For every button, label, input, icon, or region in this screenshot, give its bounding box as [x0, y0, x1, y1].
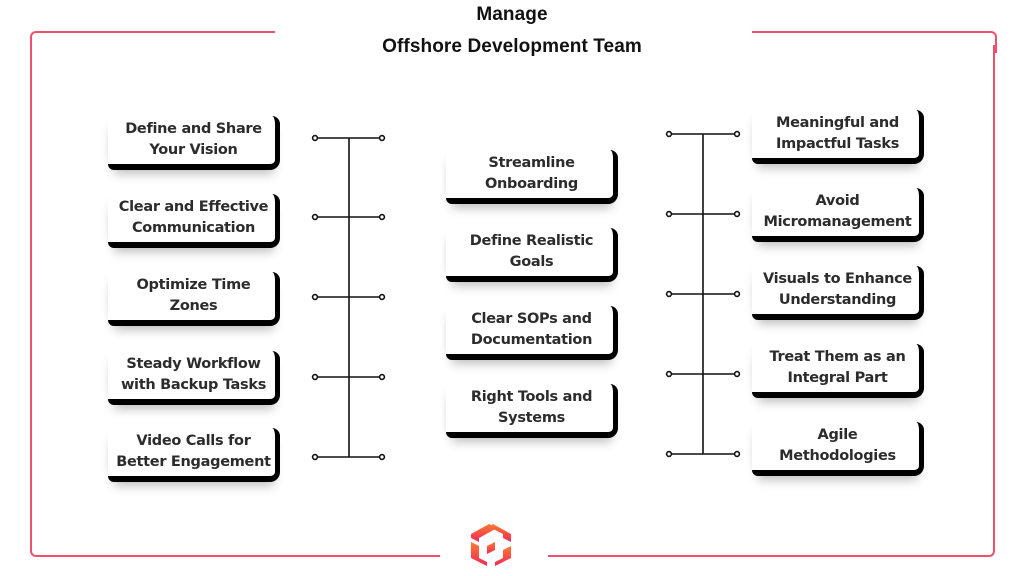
card-label: Video Calls for Better Engagement — [116, 433, 271, 470]
left-connector-node-dot — [311, 453, 319, 461]
left-connector-node-dot — [378, 134, 386, 142]
card-agile-methodologies: Agile Methodologies — [752, 422, 924, 476]
card-label: Agile Methodologies — [779, 427, 896, 464]
card-label: Define Realistic Goals — [469, 233, 594, 270]
card-label: Visuals to Enhance Understanding — [763, 271, 912, 308]
right-connector-node-dot — [733, 130, 741, 138]
left-connector-node-dot — [378, 293, 386, 301]
card-label: Meaningful and Impactful Tasks — [775, 115, 900, 152]
right-connector-node-dot — [733, 370, 741, 378]
card-visuals-understanding: Visuals to Enhance Understanding — [752, 266, 924, 320]
card-label: Right Tools and Systems — [470, 389, 593, 426]
right-connector-node-dot — [665, 450, 673, 458]
card-label: Streamline Onboarding — [485, 155, 578, 192]
right-connector-node-dot — [733, 210, 741, 218]
card-label: Clear and Effective Communication — [118, 199, 269, 236]
card-optimize-time-zones: Optimize Time Zones — [108, 272, 280, 326]
card-meaningful-tasks: Meaningful and Impactful Tasks — [752, 110, 924, 164]
right-connector-node-dot — [665, 370, 673, 378]
card-define-realistic-goals: Define Realistic Goals — [446, 228, 618, 282]
card-label: Steady Workflow with Backup Tasks — [120, 356, 267, 393]
card-label: Treat Them as an Integral Part — [769, 349, 906, 386]
card-label: Clear SOPs and Documentation — [470, 311, 593, 348]
left-connector-node-dot — [311, 213, 319, 221]
right-connector-node-dot — [733, 290, 741, 298]
right-connector-node-dot — [665, 210, 673, 218]
card-streamline-onboarding: Streamline Onboarding — [446, 150, 618, 204]
left-connector-node-dot — [378, 213, 386, 221]
left-connector-node-dot — [378, 453, 386, 461]
card-define-share-vision: Define and Share Your Vision — [108, 116, 280, 170]
card-avoid-micromanagement: Avoid Micromanagement — [752, 188, 924, 242]
card-steady-workflow: Steady Workflow with Backup Tasks — [108, 351, 280, 405]
card-clear-sops: Clear SOPs and Documentation — [446, 306, 618, 360]
card-video-calls: Video Calls for Better Engagement — [108, 428, 280, 482]
right-connector — [665, 130, 741, 458]
right-connector-node-dot — [665, 290, 673, 298]
cube-logo-icon — [471, 524, 511, 566]
card-label: Optimize Time Zones — [136, 277, 251, 314]
right-connector-node-dot — [733, 450, 741, 458]
card-label: Define and Share Your Vision — [125, 121, 262, 158]
card-right-tools: Right Tools and Systems — [446, 384, 618, 438]
left-connector-node-dot — [378, 373, 386, 381]
card-label: Avoid Micromanagement — [763, 193, 912, 230]
left-connector-node-dot — [311, 293, 319, 301]
left-connector-node-dot — [311, 134, 319, 142]
left-connector-node-dot — [311, 373, 319, 381]
right-connector-node-dot — [665, 130, 673, 138]
card-integral-part: Treat Them as an Integral Part — [752, 344, 924, 398]
card-clear-effective-communication: Clear and Effective Communication — [108, 194, 280, 248]
left-connector — [311, 134, 386, 461]
